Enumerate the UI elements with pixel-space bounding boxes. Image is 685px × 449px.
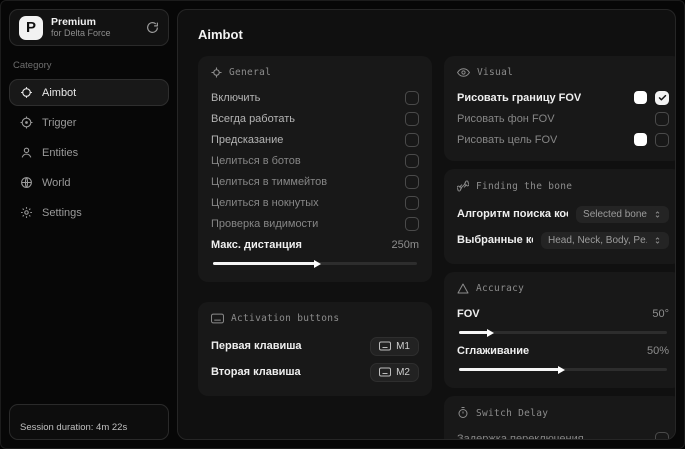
entities-icon [20,146,33,159]
first-key-button[interactable]: M1 [370,336,419,356]
brand-title: Premium [51,16,96,29]
sidebar-item-aimbot[interactable]: Aimbot [9,79,169,106]
checkbox-aim-bots[interactable] [405,153,419,168]
bone-algorithm-select[interactable]: Selected bone [576,205,669,223]
checkbox-always-work[interactable] [405,111,419,126]
option-label: Проверка видимости [211,217,319,230]
keyboard-icon [211,313,224,324]
option-label: Предсказание [211,133,284,146]
sidebar-item-trigger[interactable]: Trigger [9,109,169,136]
sidebar-item-label: Aimbot [42,86,77,99]
crosshair-icon [211,67,222,78]
crosshair-icon [20,86,33,99]
smoothing-slider[interactable] [459,365,667,374]
sidebar: P Premium for Delta Force Category Aimbo… [1,1,177,448]
triangle-icon [457,283,469,294]
option-label: Всегда работать [211,112,296,125]
option-label: Алгоритм поиска костей [457,208,568,220]
option-label: Включить [211,91,261,104]
option-label: Задержка переключения [457,432,584,440]
option-label: Рисовать фон FOV [457,112,555,125]
category-label: Category [13,60,52,71]
world-icon [20,176,33,189]
gear-icon [20,206,33,219]
checkbox-draw-fov-background[interactable] [655,111,669,126]
card-switch-delay: Switch Delay Задержка переключения Задер… [444,396,675,440]
keyboard-icon [379,341,392,351]
checkbox-visibility-check[interactable] [405,216,419,231]
color-swatch[interactable] [634,133,647,146]
sidebar-item-settings[interactable]: Settings [9,199,169,226]
expand-icon [653,210,662,219]
option-label: Целиться в тиммейтов [211,175,328,188]
sidebar-item-entities[interactable]: Entities [9,139,169,166]
page-title: Aimbot [198,27,243,42]
slider-value: 250m [391,238,419,251]
sidebar-item-label: World [42,176,71,189]
checkbox-draw-fov-target[interactable] [655,132,669,147]
card-title: General [229,67,272,78]
trigger-icon [20,116,33,129]
checkbox-aim-knocked[interactable] [405,195,419,210]
slider-value: 50% [646,344,669,357]
max-distance-slider[interactable] [213,259,417,268]
app-window: P Premium for Delta Force Category Aimbo… [0,0,685,449]
brand-subtitle: for Delta Force [51,28,111,39]
selected-bones-select[interactable]: Head, Neck, Body, Pe.. [541,231,669,249]
slider-label: Макс. дистанция [211,238,302,251]
sidebar-item-world[interactable]: World [9,169,169,196]
card-title: Switch Delay [476,407,549,419]
keyboard-icon [379,367,392,377]
option-label: Первая клавиша [211,340,302,352]
sidebar-item-label: Entities [42,146,79,159]
sidebar-item-label: Settings [42,206,82,219]
stopwatch-icon [457,407,469,419]
card-finding-bone: Finding the bone Алгоритм поиска костей … [444,169,675,264]
sidebar-item-label: Trigger [42,116,77,129]
option-label: Вторая клавиша [211,366,301,378]
card-title: Visual [477,67,514,78]
main-panel: Aimbot General Включить Всегда работать … [177,9,676,440]
brand-logo: P [19,15,43,40]
card-general: General Включить Всегда работать Предска… [198,56,432,282]
eye-icon [457,67,470,78]
option-label: Рисовать границу FOV [457,91,582,104]
color-swatch[interactable] [634,91,647,104]
bone-icon [457,180,469,192]
option-label: Целиться в нокнутых [211,196,319,209]
option-label: Целиться в ботов [211,154,301,167]
card-accuracy: Accuracy FOV 50° Сглаживание 50% [444,272,675,388]
checkbox-prediction[interactable] [405,132,419,147]
expand-icon [653,236,662,245]
checkbox-switch-delay[interactable] [655,431,669,439]
card-title: Activation buttons [231,313,340,324]
card-visual: Visual Рисовать границу FOV Рисовать фон… [444,56,675,161]
option-label: Выбранные кости [457,234,533,246]
refresh-icon[interactable] [146,21,159,34]
slider-value: 50° [652,307,669,320]
session-duration: Session duration: 4m 22s [9,404,169,440]
option-label: Рисовать цель FOV [457,133,558,146]
checkbox-enable[interactable] [405,90,419,105]
brand-card: P Premium for Delta Force [9,9,169,46]
card-title: Accuracy [476,283,525,294]
fov-slider[interactable] [459,328,667,337]
card-activation-buttons: Activation buttons Первая клавиша M1 Вто… [198,302,432,396]
slider-label: FOV [457,307,480,320]
second-key-button[interactable]: M2 [370,362,419,382]
checkbox-aim-teammates[interactable] [405,174,419,189]
card-title: Finding the bone [476,180,573,192]
slider-label: Сглаживание [457,344,530,357]
checkbox-draw-fov-border[interactable] [655,90,669,105]
